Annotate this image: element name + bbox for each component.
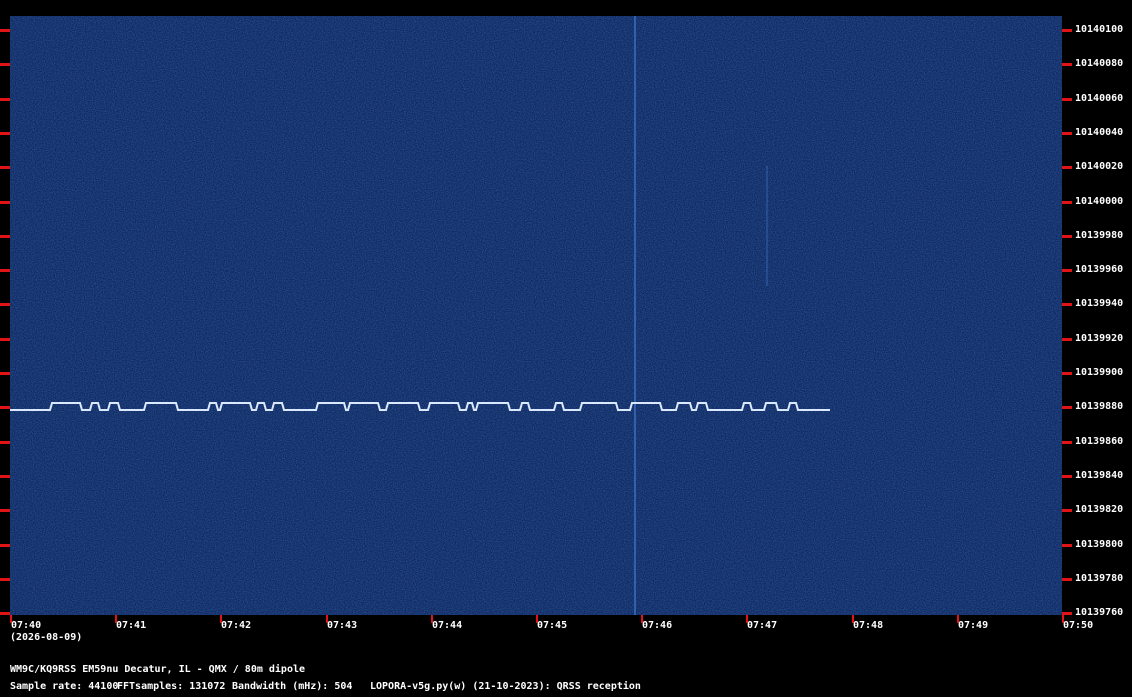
x-tick-label: 07:45 — [537, 620, 568, 631]
x-tick-label: 07:50 — [1063, 620, 1094, 631]
y-tick-label: 10139880 — [1075, 401, 1124, 412]
x-tick-label: 07:41 — [116, 620, 147, 631]
y-tick-right — [1062, 201, 1072, 204]
y-tick-left — [0, 166, 10, 169]
y-tick-label: 10139900 — [1075, 367, 1124, 378]
y-tick-right — [1062, 475, 1072, 478]
y-tick-right — [1062, 269, 1072, 272]
y-tick-left — [0, 509, 10, 512]
y-tick-label: 10139820 — [1075, 504, 1124, 515]
y-tick-left — [0, 29, 10, 32]
y-tick-left — [0, 578, 10, 581]
faint-vertical-artifact — [766, 166, 768, 286]
y-tick-left — [0, 63, 10, 66]
y-tick-left — [0, 544, 10, 547]
y-tick-label: 10140000 — [1075, 196, 1124, 207]
y-tick-label: 10140060 — [1075, 93, 1124, 104]
y-tick-right — [1062, 63, 1072, 66]
y-tick-label: 10139840 — [1075, 470, 1124, 481]
x-tick-label: 07:47 — [747, 620, 778, 631]
x-tick-label: 07:42 — [221, 620, 252, 631]
y-tick-left — [0, 269, 10, 272]
y-tick-label: 10139780 — [1075, 573, 1124, 584]
spectrogram — [10, 16, 1062, 615]
y-tick-right — [1062, 544, 1072, 547]
y-tick-right — [1062, 372, 1072, 375]
y-tick-left — [0, 475, 10, 478]
y-tick-label: 10139920 — [1075, 333, 1124, 344]
y-tick-right — [1062, 235, 1072, 238]
y-tick-right — [1062, 441, 1072, 444]
x-tick-label: 07:43 — [327, 620, 358, 631]
fft-samples: FFTsamples: 131072 — [117, 681, 226, 692]
y-tick-left — [0, 132, 10, 135]
y-tick-left — [0, 235, 10, 238]
y-tick-right — [1062, 98, 1072, 101]
y-tick-left — [0, 303, 10, 306]
y-tick-left — [0, 441, 10, 444]
spectrogram-canvas — [10, 16, 1062, 615]
y-tick-left — [0, 406, 10, 409]
x-tick-label: 07:40 — [11, 620, 42, 631]
y-tick-right — [1062, 406, 1072, 409]
sample-rate: Sample rate: 44100 — [10, 681, 119, 692]
y-tick-label: 10140100 — [1075, 24, 1124, 35]
x-tick-label: 07:44 — [432, 620, 463, 631]
vertical-artifact-line — [634, 16, 636, 615]
software-info: LOPORA-v5g.py(w) (21-10-2023): QRSS rece… — [370, 681, 641, 692]
y-tick-left — [0, 338, 10, 341]
y-tick-label: 10140040 — [1075, 127, 1124, 138]
y-tick-right — [1062, 166, 1072, 169]
y-tick-left — [0, 98, 10, 101]
station-info: WM9C/KQ9RSS EM59nu Decatur, IL - QMX / 8… — [10, 664, 306, 675]
y-tick-label: 10140020 — [1075, 161, 1124, 172]
y-tick-label: 10139960 — [1075, 264, 1124, 275]
x-tick-label: 07:48 — [853, 620, 884, 631]
y-tick-left — [0, 612, 10, 615]
y-tick-label: 10139980 — [1075, 230, 1124, 241]
bandwidth: Bandwidth (mHz): 504 — [232, 681, 353, 692]
y-tick-label: 10139860 — [1075, 436, 1124, 447]
y-tick-label: 10139760 — [1075, 607, 1124, 618]
y-tick-right — [1062, 509, 1072, 512]
y-tick-left — [0, 372, 10, 375]
y-tick-label: 10139800 — [1075, 539, 1124, 550]
x-tick-label: 07:49 — [958, 620, 989, 631]
date-label: (2026-08-09) — [10, 632, 83, 643]
y-tick-right — [1062, 29, 1072, 32]
y-tick-right — [1062, 132, 1072, 135]
y-tick-right — [1062, 338, 1072, 341]
x-tick-label: 07:46 — [642, 620, 673, 631]
y-tick-left — [0, 201, 10, 204]
y-tick-right — [1062, 303, 1072, 306]
y-tick-right — [1062, 578, 1072, 581]
y-tick-label: 10140080 — [1075, 58, 1124, 69]
noise-overlay — [10, 16, 1062, 615]
y-tick-label: 10139940 — [1075, 298, 1124, 309]
